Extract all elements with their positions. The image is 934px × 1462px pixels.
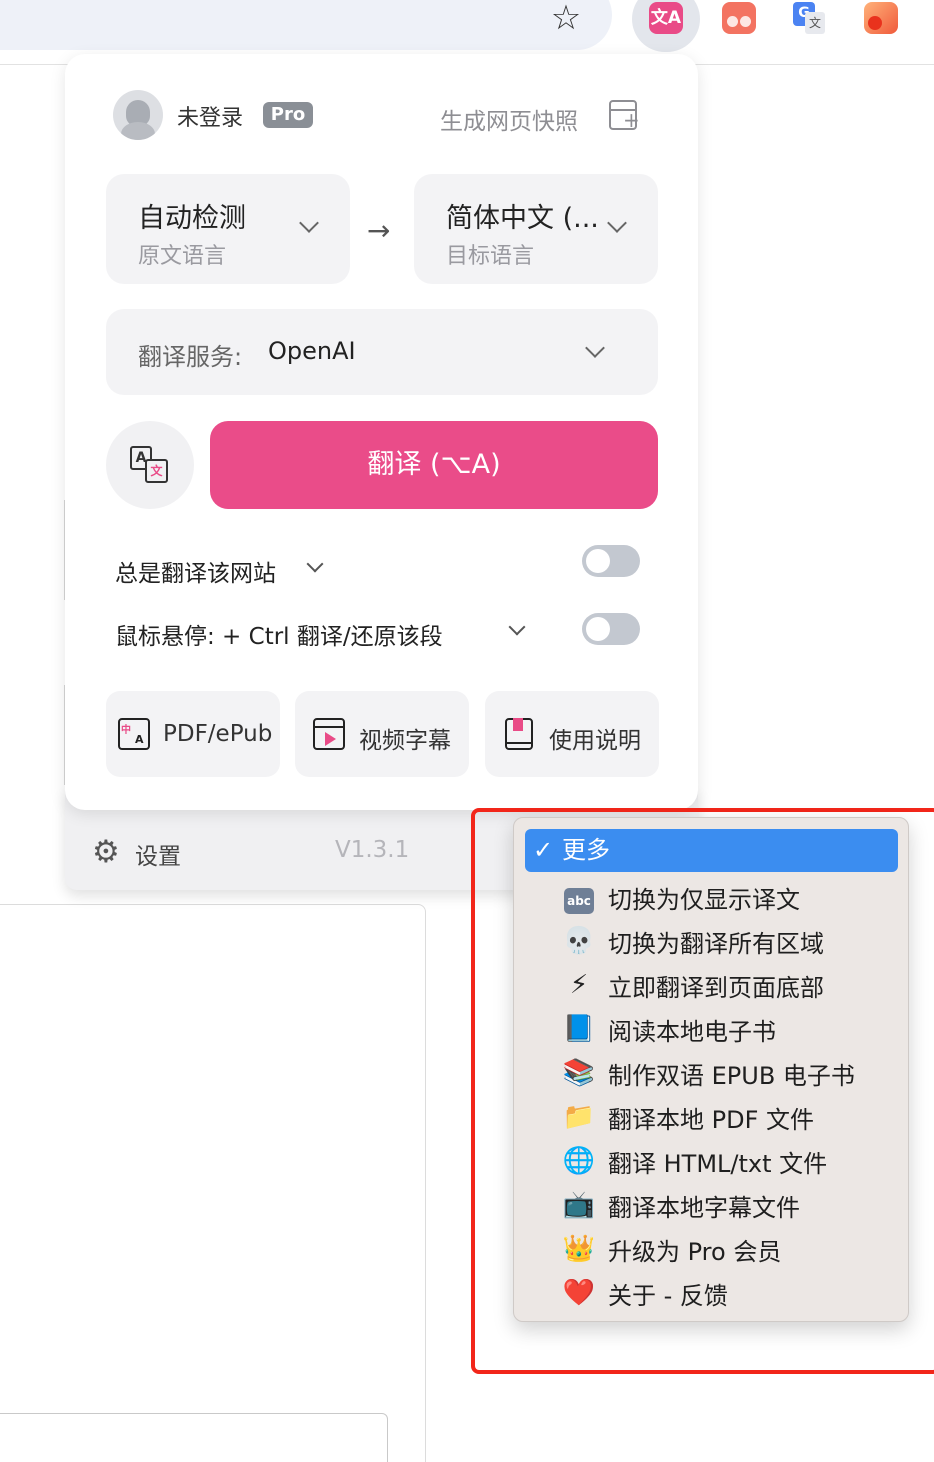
menu-item-label: 翻译本地字幕文件: [608, 1194, 800, 1222]
menu-item-label: 升级为 Pro 会员: [608, 1238, 782, 1266]
hover-translate-label[interactable]: 鼠标悬停: + Ctrl 翻译/还原该段: [115, 617, 443, 651]
menu-item-label: 立即翻译到页面底部: [608, 974, 824, 1002]
lightning-icon: ⚡: [569, 970, 589, 1000]
google-translate-extension-icon[interactable]: G文: [793, 2, 827, 36]
extension-icon-4[interactable]: [864, 2, 898, 34]
menu-item-label: 切换为仅显示译文: [608, 886, 800, 914]
translate-popup: 未登录 Pro 生成网页快照 自动检测 原文语言 → 简体中文 (... 目标语…: [65, 54, 698, 810]
hover-translate-toggle[interactable]: [582, 613, 640, 645]
immersive-translate-extension-icon[interactable]: 文A: [649, 2, 683, 34]
translate-icon: A文: [130, 446, 170, 484]
menu-item-label: 翻译 HTML/txt 文件: [608, 1150, 828, 1178]
source-language-select[interactable]: 自动检测 原文语言: [106, 174, 350, 284]
translate-button[interactable]: 翻译 (⌥A): [210, 421, 658, 509]
chevron-down-icon: [585, 338, 605, 358]
translate-toggle-button[interactable]: A文: [106, 421, 194, 509]
heart-icon: ❤️: [562, 1278, 596, 1308]
menu-item-translate-html-txt[interactable]: 🌐 翻译 HTML/txt 文件: [514, 1138, 910, 1182]
user-guide-button[interactable]: 使用说明: [485, 691, 659, 777]
login-status[interactable]: 未登录: [177, 100, 243, 132]
menu-item-read-ebook[interactable]: 📘 阅读本地电子书: [514, 1006, 910, 1050]
settings-link[interactable]: 设置: [135, 837, 181, 871]
video-subtitles-button[interactable]: 视频字幕: [295, 691, 469, 777]
target-language-caption: 目标语言: [446, 244, 535, 269]
browser-toolbar: ☆ 文A G文: [0, 0, 934, 54]
snapshot-link[interactable]: 生成网页快照: [440, 102, 578, 136]
page-input-box: [0, 1413, 388, 1462]
menu-item-translate-subtitles[interactable]: 📺 翻译本地字幕文件: [514, 1182, 910, 1226]
gear-icon[interactable]: ⚙: [92, 836, 124, 868]
source-language-value: 自动检测: [138, 203, 246, 234]
menu-item-translate-to-bottom[interactable]: ⚡ 立即翻译到页面底部: [514, 962, 910, 1006]
pdf-epub-button[interactable]: PDF/ePub: [106, 691, 280, 777]
snapshot-icon[interactable]: [609, 100, 640, 130]
tool-label: PDF/ePub: [163, 721, 273, 747]
menu-item-show-translation-only[interactable]: abc 切换为仅显示译文: [514, 874, 910, 918]
skull-icon: 💀: [562, 926, 596, 956]
menu-item-label: 制作双语 EPUB 电子书: [608, 1062, 855, 1090]
avatar[interactable]: [113, 90, 163, 140]
tool-label: 使用说明: [549, 728, 641, 754]
menu-item-make-bilingual-epub[interactable]: 📚 制作双语 EPUB 电子书: [514, 1050, 910, 1094]
service-value: OpenAI: [268, 337, 356, 365]
menu-item-label: 切换为翻译所有区域: [608, 930, 824, 958]
address-bar[interactable]: [0, 0, 612, 50]
target-language-select[interactable]: 简体中文 (... 目标语言: [414, 174, 658, 284]
chevron-down-icon: [299, 213, 319, 233]
pdf-translate-icon: [118, 718, 150, 750]
abc-icon: abc: [562, 880, 596, 914]
chevron-down-icon[interactable]: [306, 555, 324, 573]
chevron-down-icon[interactable]: [508, 618, 526, 636]
menu-item-translate-pdf[interactable]: 📁 翻译本地 PDF 文件: [514, 1094, 910, 1138]
menu-item-label: 翻译本地 PDF 文件: [608, 1106, 815, 1134]
menu-item-about-feedback[interactable]: ❤️ 关于 - 反馈: [514, 1270, 910, 1314]
target-language-value: 简体中文 (...: [446, 203, 599, 234]
menu-item-label: 更多: [562, 836, 610, 864]
always-translate-site-label[interactable]: 总是翻译该网站: [115, 554, 276, 588]
folder-icon: 📁: [562, 1102, 596, 1132]
always-translate-toggle[interactable]: [582, 545, 640, 577]
source-language-caption: 原文语言: [138, 244, 227, 269]
more-dropdown-menu: ✓ 更多 abc 切换为仅显示译文 💀 切换为翻译所有区域 ⚡ 立即翻译到页面底部 📘 阅读本…: [513, 817, 909, 1322]
crown-icon: 👑: [562, 1234, 596, 1264]
tv-icon: 📺: [562, 1190, 596, 1220]
page-content-box: [0, 904, 426, 1462]
menu-item-label: 阅读本地电子书: [608, 1018, 776, 1046]
extension-icon-2[interactable]: [722, 2, 756, 34]
arrow-right-icon: →: [367, 214, 391, 247]
book-icon: [505, 718, 533, 750]
translation-service-select[interactable]: 翻译服务: OpenAI: [106, 309, 658, 395]
menu-item-translate-all-areas[interactable]: 💀 切换为翻译所有区域: [514, 918, 910, 962]
pro-badge: Pro: [263, 102, 313, 128]
bookmark-star-icon[interactable]: ☆: [547, 0, 585, 38]
blue-book-icon: 📘: [562, 1014, 596, 1044]
version-label: V1.3.1: [335, 837, 410, 863]
menu-item-label: 关于 - 反馈: [608, 1282, 728, 1310]
tool-label: 视频字幕: [359, 728, 451, 754]
menu-item-more[interactable]: ✓ 更多: [525, 829, 898, 872]
books-icon: 📚: [562, 1058, 596, 1088]
chevron-down-icon: [607, 213, 627, 233]
checkmark-icon: ✓: [533, 836, 554, 864]
service-label: 翻译服务:: [138, 343, 243, 371]
menu-item-upgrade-pro[interactable]: 👑 升级为 Pro 会员: [514, 1226, 910, 1270]
globe-icon: 🌐: [562, 1146, 596, 1176]
video-icon: [313, 718, 345, 750]
